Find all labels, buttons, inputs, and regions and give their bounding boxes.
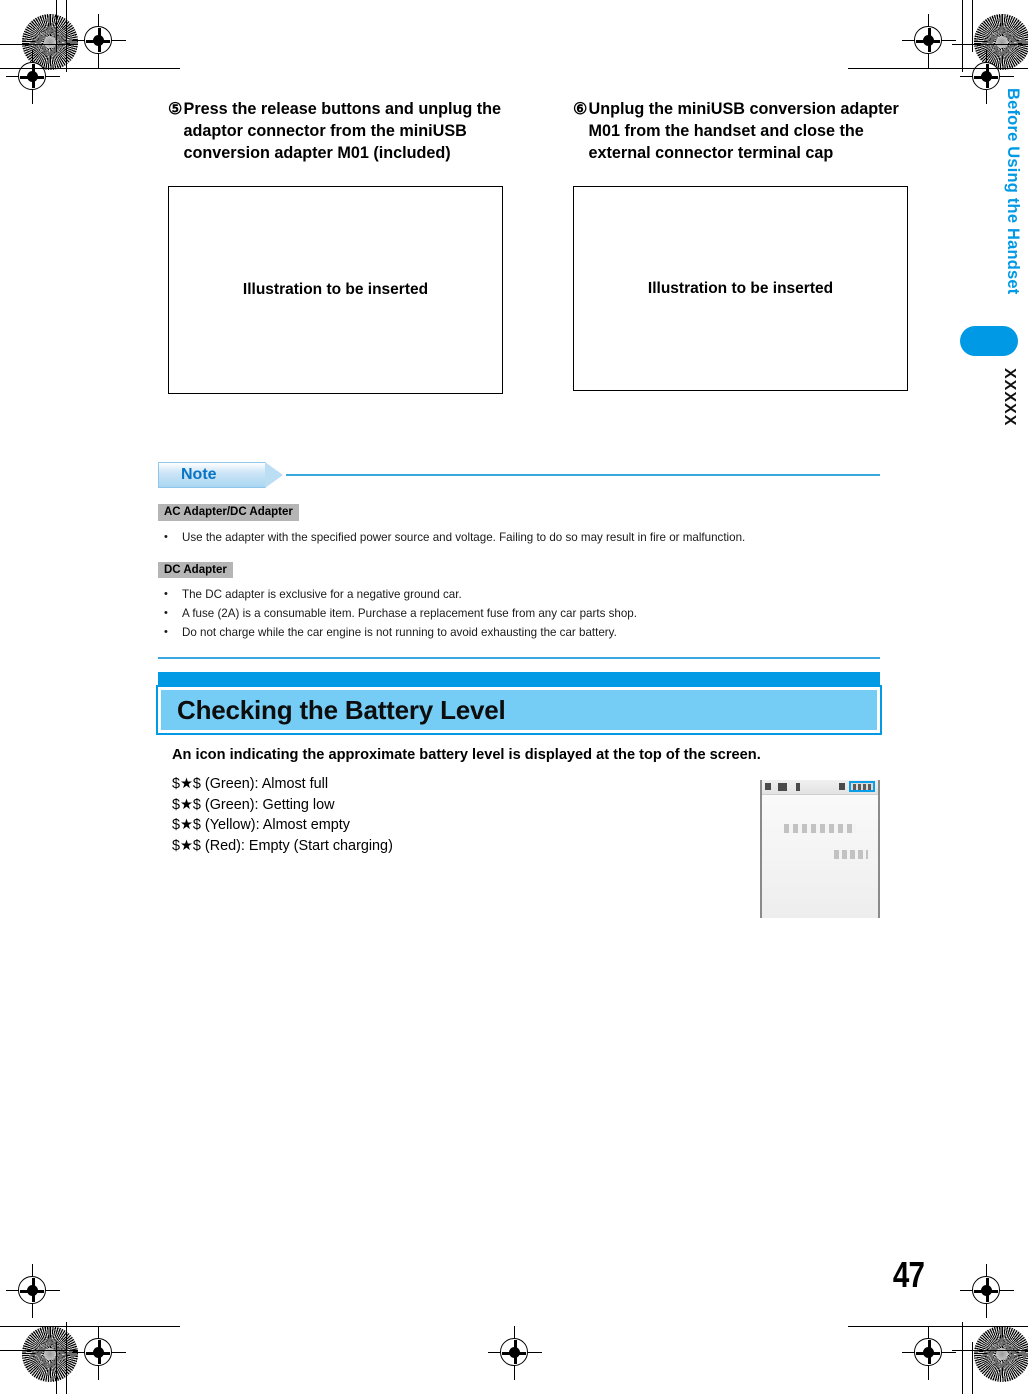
crop-line-bottom-left-h (0, 1326, 180, 1328)
battery-level-label: (Green): Getting low (204, 796, 335, 813)
battery-level-label: (Red): Empty (Start charging) (204, 837, 393, 854)
steps-container: ⑤ Press the release buttons and unplug t… (168, 98, 908, 394)
note-block: Note AC Adapter/DC Adapter • Use the ada… (158, 462, 880, 660)
crop-line-bottom-left-v (66, 1322, 68, 1394)
battery-icon-almost-empty: $★$ (172, 817, 201, 834)
section-title-box: Checking the Battery Level (156, 685, 882, 735)
note-bullet-text: The DC adapter is exclusive for a negati… (182, 588, 462, 601)
battery-level-label: (Yellow): Almost empty (204, 817, 350, 834)
registration-mark-top-left (72, 14, 126, 68)
battery-icon-getting-low: $★$ (172, 796, 201, 813)
battery-level-item: $★$ (Green): Getting low (172, 795, 732, 816)
handset-time-text (834, 850, 868, 859)
step-5-number: ⑤ (168, 100, 183, 118)
crop-line-top-right-h (848, 68, 1028, 70)
section-lede: An icon indicating the approximate batte… (172, 747, 761, 763)
handset-status-bar (762, 780, 878, 795)
note-bullet-text: Use the adapter with the specified power… (182, 530, 746, 544)
crop-line-bottom-left-h2 (0, 1350, 78, 1352)
registration-mark-bottom-right (902, 1326, 956, 1380)
handset-date-text (784, 824, 856, 833)
print-color-patch-bottom-left (22, 1326, 78, 1382)
step-6-text: Unplug the miniUSB conversion adapter M0… (588, 100, 899, 162)
page-number: 47 (892, 1254, 925, 1295)
note-bullet-text: Do not charge while the car engine is no… (182, 626, 617, 639)
bullet-icon: • (164, 626, 168, 638)
step-5-illustration-placeholder: Illustration to be inserted (168, 186, 503, 394)
step-6-heading: ⑥ Unplug the miniUSB conversion adapter … (573, 98, 908, 164)
crop-line-top-right-v2 (972, 0, 974, 52)
crop-line-top-left-v2 (56, 0, 58, 52)
step-5-text: Press the release buttons and unplug the… (183, 100, 502, 162)
bullet-icon: • (164, 588, 168, 600)
battery-level-item: $★$ (Yellow): Almost empty (172, 815, 732, 836)
note-group-dc-adapter: DC Adapter • The DC adapter is exclusive… (158, 560, 880, 642)
crop-line-bottom-right-v (962, 1322, 964, 1394)
note-tag-arrow-icon (265, 462, 283, 488)
step-6-illustration-placeholder: Illustration to be inserted (573, 186, 908, 391)
signal-icon (765, 783, 771, 790)
bullet-icon: • (164, 607, 168, 619)
note-bullet-text: A fuse (2A) is a consumable item. Purcha… (182, 607, 637, 620)
crop-line-bottom-right-h (848, 1326, 1028, 1328)
section-top-bar (158, 672, 880, 688)
registration-mark-left-upper (6, 50, 60, 104)
battery-level-label: (Green): Almost full (204, 776, 329, 792)
memory-icon (796, 783, 800, 791)
note-body: AC Adapter/DC Adapter • Use the adapter … (158, 502, 880, 641)
battery-level-list: $★$ (Green): Almost full $★$ (Green): Ge… (172, 774, 732, 856)
crop-line-top-left-h2 (0, 44, 78, 46)
step-5-heading: ⑤ Press the release buttons and unplug t… (168, 98, 503, 164)
clock-icon (839, 783, 845, 790)
crop-line-bottom-right-h2 (952, 1350, 1028, 1352)
bullet-icon: • (164, 530, 168, 543)
battery-icon (853, 784, 872, 790)
note-header: Note (158, 462, 880, 488)
battery-icon-empty: $★$ (172, 837, 201, 854)
note-group-tag: DC Adapter (158, 561, 233, 578)
registration-mark-bottom-center (488, 1326, 542, 1380)
crop-line-top-right-h2 (952, 44, 1028, 46)
crop-line-top-left-v (66, 0, 68, 72)
crop-line-bottom-left-v2 (56, 1342, 58, 1394)
registration-mark-left-lower (6, 1264, 60, 1318)
note-bullet: • A fuse (2A) is a consumable item. Purc… (164, 605, 880, 622)
section-checking-battery-level: Checking the Battery Level An icon indic… (156, 672, 882, 763)
battery-level-item: $★$ (Red): Empty (Start charging) (172, 836, 732, 857)
crop-line-top-right-v (962, 0, 964, 72)
handset-screenshot (760, 780, 880, 918)
page-canvas: Before Using the Handset XXXXX ⑤ Press t… (0, 0, 1028, 1394)
section-title: Checking the Battery Level (177, 694, 506, 725)
side-tab-code: XXXXX (1001, 368, 1018, 427)
crop-line-top-left-h (0, 68, 180, 70)
battery-level-item: $★$ (Green): Almost full (172, 774, 732, 795)
side-tab-chapter-title: Before Using the Handset (1004, 88, 1022, 295)
crop-line-bottom-right-v2 (972, 1342, 974, 1394)
print-color-patch-bottom-right (974, 1326, 1028, 1382)
note-tag: Note (158, 462, 266, 488)
registration-mark-bottom-left (72, 1326, 126, 1380)
step-5: ⑤ Press the release buttons and unplug t… (168, 98, 503, 394)
side-tab-chip (960, 326, 1018, 356)
note-top-rule (286, 474, 880, 477)
note-bullet: • Do not charge while the car engine is … (164, 624, 880, 641)
note-group-ac-dc-adapter: AC Adapter/DC Adapter • Use the adapter … (158, 502, 880, 546)
registration-mark-top-right (902, 14, 956, 68)
step-6: ⑥ Unplug the miniUSB conversion adapter … (573, 98, 908, 394)
note-bullet: • The DC adapter is exclusive for a nega… (164, 586, 880, 603)
note-group-tag: AC Adapter/DC Adapter (158, 504, 299, 521)
battery-icon-almost-full: $★$ (172, 776, 201, 792)
registration-mark-right-lower (960, 1264, 1014, 1318)
note-bullet: • Use the adapter with the specified pow… (164, 529, 880, 546)
note-bottom-rule (158, 657, 880, 660)
step-6-number: ⑥ (573, 100, 588, 118)
mail-icon (778, 783, 787, 791)
